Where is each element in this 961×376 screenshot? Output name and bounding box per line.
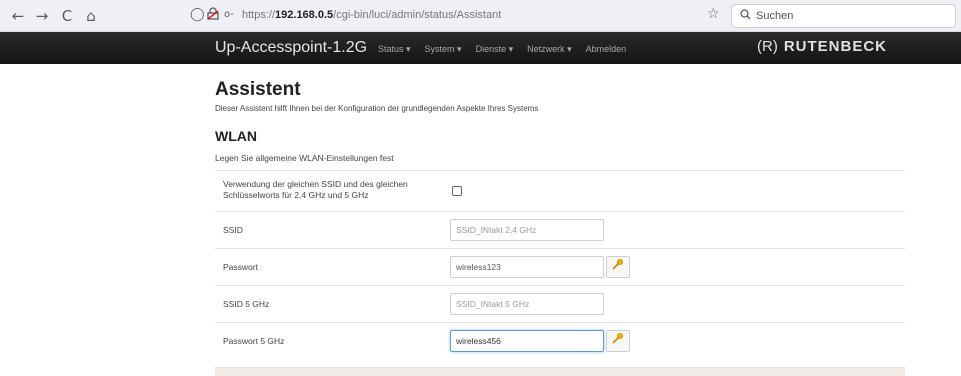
back-icon[interactable]: ← — [8, 6, 28, 26]
password-input[interactable]: wireless123 — [450, 256, 604, 278]
key-icon — [612, 333, 624, 347]
forward-icon[interactable]: → — [32, 6, 52, 26]
menu-status[interactable]: Status ▾ — [378, 44, 411, 55]
search-placeholder: Suchen — [756, 10, 794, 22]
same-ssid-checkbox[interactable] — [452, 186, 462, 196]
menu-netzwerk[interactable]: Netzwerk ▾ — [527, 44, 572, 55]
ssid5-input[interactable]: SSID_INtakt 5 GHz — [450, 293, 604, 315]
ssid5-label: SSID 5 GHz — [223, 299, 270, 309]
menu-dienste[interactable]: Dienste ▾ — [476, 44, 514, 55]
lock-icon[interactable] — [207, 7, 219, 24]
password5-row: Passwort 5 GHz wireless456 — [215, 322, 905, 359]
menu-system[interactable]: System ▾ — [425, 44, 462, 55]
logo-mark: (R) — [757, 38, 778, 55]
reveal-password5-button[interactable] — [606, 330, 630, 352]
key-icon — [612, 259, 624, 273]
page-description: Dieser Assistent hilft Ihnen bei der Kon… — [215, 104, 539, 113]
same-ssid-row: Verwendung der gleichen SSID und des gle… — [215, 170, 905, 211]
reveal-password-button[interactable] — [606, 256, 630, 278]
menu-abmelden[interactable]: Abmelden — [586, 44, 627, 55]
search-icon — [740, 9, 751, 23]
page-title: Assistent — [215, 79, 301, 100]
address-bar[interactable]: ◯ o- https://192.168.0.5/cgi-bin/luci/ad… — [190, 5, 730, 27]
rutenbeck-logo: (R) RUTENBECK — [757, 38, 887, 55]
browser-search-input[interactable]: Suchen — [731, 4, 956, 28]
password-row: Passwort wireless123 — [215, 248, 905, 285]
bookmark-star-icon[interactable]: ☆ — [707, 6, 720, 22]
home-icon[interactable]: ⌂ — [81, 6, 101, 26]
password-label: Passwort — [223, 262, 258, 272]
ssid-label: SSID — [223, 225, 243, 235]
device-hostname[interactable]: Up-Accesspoint-1.2G — [215, 39, 367, 57]
form-footer — [215, 367, 905, 376]
ssid-row: SSID SSID_INtakt 2,4 GHz — [215, 211, 905, 248]
key-icon[interactable]: o- — [224, 9, 234, 20]
logo-text: RUTENBECK — [783, 38, 887, 55]
main-menu: Status ▾ System ▾ Dienste ▾ Netzwerk ▾ A… — [378, 44, 626, 55]
ssid5-row: SSID 5 GHz SSID_INtakt 5 GHz — [215, 285, 905, 322]
browser-toolbar: ← → C ⌂ ◯ o- https://192.168.0.5/cgi-bin… — [0, 0, 961, 32]
wlan-section-description: Legen Sie allgemeine WLAN-Einstellungen … — [215, 153, 394, 163]
wlan-section-title: WLAN — [215, 128, 257, 144]
ssid-input[interactable]: SSID_INtakt 2,4 GHz — [450, 219, 604, 241]
same-ssid-label: Verwendung der gleichen SSID und des gle… — [223, 179, 408, 201]
same-ssid-label-line2: Schlüsselworts für 2,4 GHz und 5 GHz — [223, 190, 369, 200]
same-ssid-label-line1: Verwendung der gleichen SSID und des gle… — [223, 179, 408, 189]
password5-input[interactable]: wireless456 — [450, 330, 604, 352]
app-navbar: Up-Accesspoint-1.2G Status ▾ System ▾ Di… — [0, 32, 961, 64]
shield-icon[interactable]: ◯ — [190, 7, 205, 22]
password5-label: Passwort 5 GHz — [223, 336, 285, 346]
url-text[interactable]: https://192.168.0.5/cgi-bin/luci/admin/s… — [242, 9, 501, 21]
reload-icon[interactable]: C — [57, 6, 77, 26]
